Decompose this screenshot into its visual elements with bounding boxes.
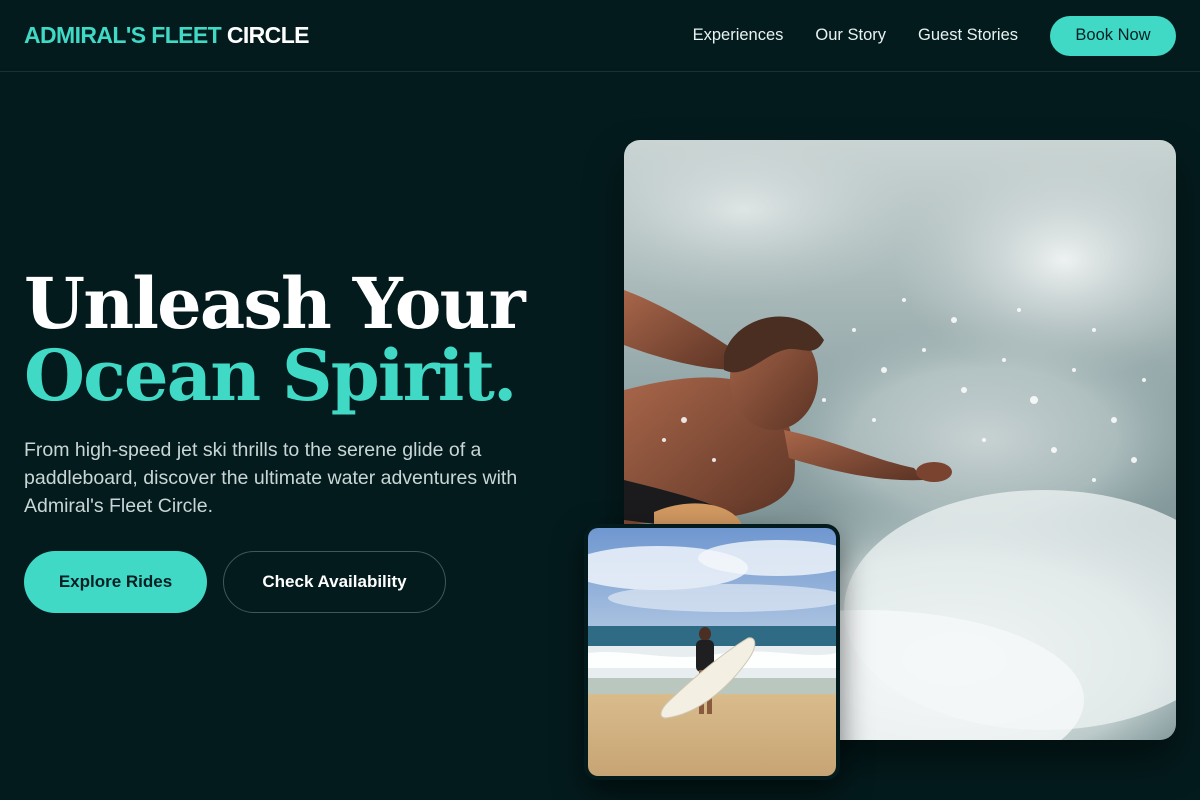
beach-surfboard-illustration: [588, 528, 836, 776]
nav-link-experiences[interactable]: Experiences: [693, 26, 784, 45]
brand-logo-plain: CIRCLE: [226, 22, 310, 48]
hero-title-line-2: Ocean Spirit.: [24, 334, 517, 417]
hero-title: Unleash Your Ocean Spirit.: [24, 262, 526, 417]
hero-actions: Explore Rides Check Availability: [24, 551, 446, 613]
nav-link-our-story[interactable]: Our Story: [815, 26, 886, 45]
beach-photo-card: [584, 524, 840, 780]
brand-logo[interactable]: ADMIRAL'S FLEET CIRCLE: [24, 22, 309, 49]
site-header: ADMIRAL'S FLEET CIRCLE Experiences Our S…: [0, 0, 1200, 72]
hero-title-line-1: Unleash Your: [24, 262, 526, 345]
book-now-button[interactable]: Book Now: [1050, 15, 1176, 56]
check-availability-button[interactable]: Check Availability: [223, 551, 446, 613]
brand-logo-accent: ADMIRAL'S FLEET: [24, 22, 222, 48]
nav-link-guest-stories[interactable]: Guest Stories: [918, 26, 1018, 45]
main-nav: Experiences Our Story Guest Stories Book…: [693, 15, 1176, 56]
explore-rides-button[interactable]: Explore Rides: [24, 551, 207, 613]
landing-page: ADMIRAL'S FLEET CIRCLE Experiences Our S…: [0, 0, 1200, 800]
beach-surfboard-image: [588, 528, 836, 776]
hero-description: From high-speed jet ski thrills to the s…: [24, 439, 518, 517]
